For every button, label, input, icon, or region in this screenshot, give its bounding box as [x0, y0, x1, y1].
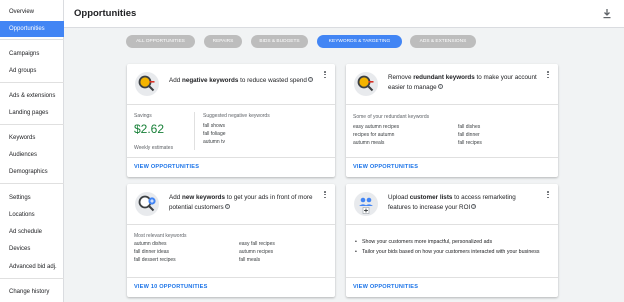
sidebar-item-campaigns[interactable]: Campaigns [0, 46, 64, 62]
sidebar-divider [0, 124, 64, 125]
chip-repairs[interactable]: REPAIRS [204, 35, 242, 48]
divider [127, 277, 335, 278]
sidebar-item-devices[interactable]: Devices [0, 241, 64, 257]
keyword-item: easy autumn recipes [353, 124, 400, 130]
keyword-item: fall foliage [203, 131, 226, 137]
keyword-item: autumn dishes [134, 241, 167, 247]
sidebar-item-demographics[interactable]: Demographics [0, 164, 64, 180]
card-negative-keywords: Add negative keywords to reduce wasted s… [127, 64, 335, 177]
redundant-list-label: Some of your redundant keywords [353, 114, 430, 120]
divider [346, 277, 558, 278]
search-add-icon [135, 192, 159, 216]
keyword-item: autumn tv [203, 139, 225, 145]
bullet-text: Tailor your bids based on how your custo… [362, 249, 540, 255]
card-customer-lists: Upload customer lists to access remarket… [346, 184, 558, 297]
chip-bids-budgets[interactable]: BIDS & BUDGETS [251, 35, 308, 48]
help-icon[interactable]: ? [471, 204, 477, 209]
sidebar-divider [0, 183, 64, 184]
card-title: Upload customer lists to access remarket… [388, 194, 516, 211]
suggested-label: Suggested negative keywords [203, 113, 270, 119]
card-title: Add negative keywords to reduce wasted s… [169, 77, 313, 84]
view-10-opportunities-link[interactable]: VIEW 10 OPPORTUNITIES [134, 284, 208, 290]
page-title: Opportunities [74, 8, 137, 19]
keyword-item: easy fall recipes [239, 241, 275, 247]
chip-ads-extensions[interactable]: ADS & EXTENSIONS [410, 35, 476, 48]
chip-keywords-targeting[interactable]: KEYWORDS & TARGETING [317, 35, 402, 48]
divider [127, 224, 335, 225]
sidebar-item-landing-pages[interactable]: Landing pages [0, 105, 64, 121]
sidebar-item-audiences[interactable]: Audiences [0, 147, 64, 163]
more-vert-icon[interactable] [546, 71, 550, 81]
sidebar-item-ad-schedule[interactable]: Ad schedule [0, 224, 64, 240]
keyword-item: fall dinner ideas [134, 249, 170, 255]
sidebar-item-settings[interactable]: Settings [0, 190, 64, 206]
more-vert-icon[interactable] [323, 71, 327, 81]
divider [346, 224, 558, 225]
bullet-text: Show your customers more impactful, pers… [362, 239, 493, 245]
vertical-divider [194, 112, 195, 150]
sidebar-item-ad-groups[interactable]: Ad groups [0, 63, 64, 79]
sidebar-item-change-history[interactable]: Change history [0, 284, 64, 300]
sidebar-divider [0, 82, 64, 83]
sidebar-item-locations[interactable]: Locations [0, 207, 64, 223]
view-opportunities-link[interactable]: VIEW OPPORTUNITIES [353, 284, 418, 290]
more-vert-icon[interactable] [546, 191, 550, 201]
sidebar-divider [0, 39, 64, 40]
magnifier-icon [354, 72, 378, 96]
keyword-item: fall dessert recipes [134, 257, 176, 263]
sidebar-item-keywords[interactable]: Keywords [0, 130, 64, 146]
keyword-item: autumn meals [353, 140, 385, 146]
savings-label: Savings [134, 113, 152, 119]
help-icon[interactable]: ? [437, 84, 443, 89]
savings-note: Weekly estimates [134, 145, 174, 151]
help-icon[interactable]: ? [307, 77, 313, 82]
keyword-item: recipes for autumn [353, 132, 395, 138]
keyword-item: fall shows [203, 123, 225, 129]
keyword-item: autumn recipes [239, 249, 274, 255]
download-icon[interactable] [602, 8, 612, 19]
keyword-item: fall dishes [458, 124, 481, 130]
people-add-icon [354, 192, 378, 216]
page-header: Opportunities [64, 0, 624, 28]
bullet-dot: • [355, 239, 357, 245]
card-title: Add new keywords to get your ads in fron… [169, 194, 313, 211]
sidebar-item-opportunities[interactable]: Opportunities [0, 21, 64, 37]
divider [346, 157, 558, 158]
relevant-keywords-label: Most relevant keywords [134, 233, 187, 239]
savings-value: $2.62 [134, 122, 165, 136]
keyword-item: fall meals [239, 257, 261, 263]
sidebar-divider [0, 278, 64, 279]
keyword-item: fall dinner [458, 132, 480, 138]
card-new-keywords: Add new keywords to get your ads in fron… [127, 184, 335, 297]
sidebar-item-advanced-bid-adj[interactable]: Advanced bid adj. [0, 259, 64, 275]
view-opportunities-link[interactable]: VIEW OPPORTUNITIES [353, 164, 418, 170]
sidebar-item-overview[interactable]: Overview [0, 4, 64, 20]
divider [127, 157, 335, 158]
view-opportunities-link[interactable]: VIEW OPPORTUNITIES [134, 164, 199, 170]
card-redundant-keywords: Remove redundant keywords to make your a… [346, 64, 558, 177]
sidebar: Overview Opportunities Campaigns Ad grou… [0, 0, 64, 302]
sidebar-item-ads-extensions[interactable]: Ads & extensions [0, 88, 64, 104]
keyword-item: fall recipes [458, 140, 482, 146]
divider [127, 104, 335, 105]
chip-all-opportunities[interactable]: ALL OPPORTUNITIES [126, 35, 195, 48]
divider [346, 104, 558, 105]
help-icon[interactable]: ? [224, 204, 230, 209]
card-title: Remove redundant keywords to make your a… [388, 74, 537, 91]
magnifier-icon [135, 72, 159, 96]
bullet-dot: • [355, 249, 357, 255]
more-vert-icon[interactable] [323, 191, 327, 201]
